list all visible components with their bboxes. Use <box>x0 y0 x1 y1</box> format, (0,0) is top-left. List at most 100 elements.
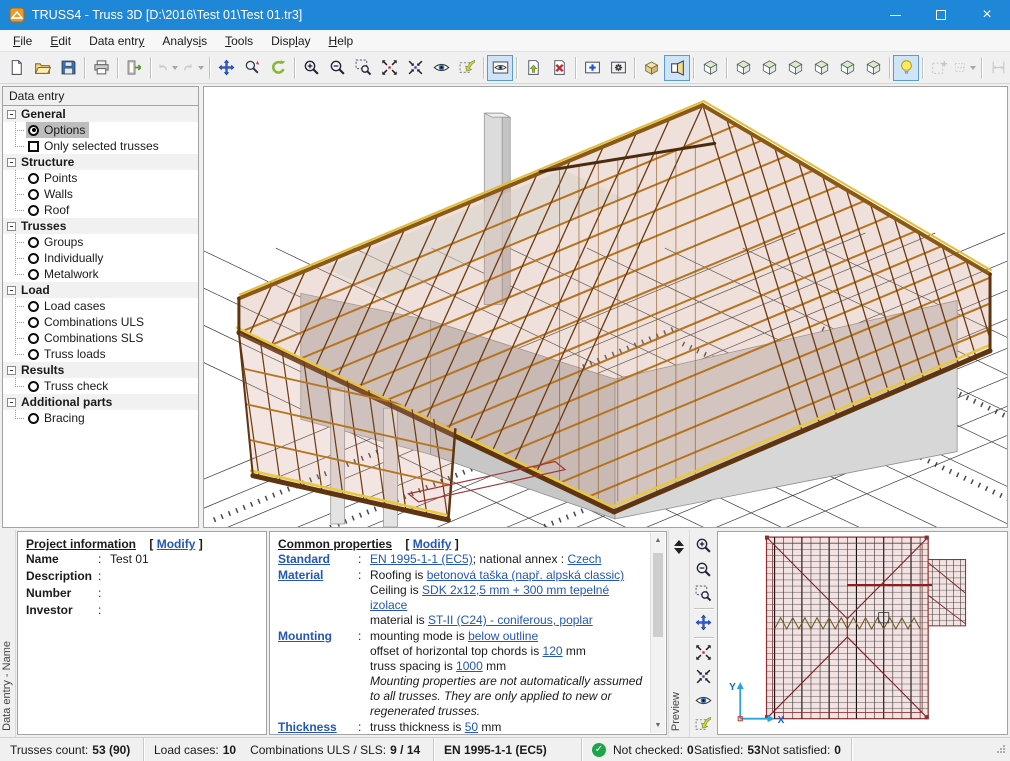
radio-icon[interactable] <box>28 333 39 344</box>
zoom-in-button[interactable] <box>298 55 324 81</box>
radio-icon[interactable] <box>28 173 39 184</box>
project-modify-link[interactable]: Modify <box>157 537 196 551</box>
axonometry-button[interactable] <box>697 55 723 81</box>
view-delete-button[interactable] <box>546 55 572 81</box>
radio-icon[interactable] <box>28 317 39 328</box>
tree-item-combinations-sls[interactable]: Combinations SLS <box>3 330 198 346</box>
render-mode-button[interactable] <box>487 55 513 81</box>
property-value-link[interactable]: below outline <box>468 629 538 643</box>
viewport-3d[interactable] <box>203 86 1008 528</box>
bottom-left-tab[interactable]: Data entry - Name <box>0 530 16 737</box>
view-cube-right-button[interactable] <box>808 55 834 81</box>
preview-show-all-button[interactable] <box>692 689 716 711</box>
tree-item-truss-loads[interactable]: Truss loads <box>3 346 198 362</box>
radio-icon[interactable] <box>28 381 39 392</box>
view-new-button[interactable] <box>579 55 605 81</box>
show-selection-button[interactable] <box>454 55 480 81</box>
solid-view-button[interactable] <box>638 55 664 81</box>
preview-canvas[interactable]: Y X <box>717 531 1008 735</box>
menu-tools[interactable]: Tools <box>216 30 262 51</box>
menu-data-entry[interactable]: Data entry <box>80 30 153 51</box>
properties-modify-link[interactable]: Modify <box>413 537 452 551</box>
zoom-selection-button[interactable] <box>402 55 428 81</box>
menu-display[interactable]: Display <box>262 30 319 51</box>
radio-icon[interactable] <box>28 413 39 424</box>
property-label-link[interactable]: Thickness <box>278 720 358 735</box>
print-button[interactable] <box>88 55 114 81</box>
tree-item-options[interactable]: Options <box>3 122 198 138</box>
tree-group-general[interactable]: General <box>3 106 198 122</box>
preview-zoom-in-button[interactable] <box>692 534 716 556</box>
open-file-button[interactable] <box>29 55 55 81</box>
preview-zoom-window-button[interactable] <box>692 583 716 605</box>
radio-icon[interactable] <box>28 301 39 312</box>
tree-item-walls[interactable]: Walls <box>3 186 198 202</box>
property-value-link[interactable]: ST-II (C24) - coniferous, poplar <box>428 613 593 627</box>
preview-zoom-selection-button[interactable] <box>692 665 716 687</box>
collapse-icon[interactable] <box>7 158 16 167</box>
scroll-down-icon[interactable]: ▼ <box>651 718 665 733</box>
view-cube-front-button[interactable] <box>730 55 756 81</box>
property-value-link[interactable]: EN 1995-1-1 (EC5) <box>370 552 473 566</box>
tree-group-results[interactable]: Results <box>3 362 198 378</box>
radio-icon[interactable] <box>28 205 39 216</box>
collapse-icon[interactable] <box>7 110 16 119</box>
minimize-button[interactable] <box>872 0 918 30</box>
radio-icon[interactable] <box>28 189 39 200</box>
tree-item-points[interactable]: Points <box>3 170 198 186</box>
zoom-extents-button[interactable] <box>376 55 402 81</box>
preview-show-selection-button[interactable] <box>692 714 716 736</box>
preview-splitter[interactable]: Preview <box>668 530 690 737</box>
view-cube-back-button[interactable] <box>756 55 782 81</box>
preview-pan-button[interactable] <box>692 612 716 634</box>
property-value-link[interactable]: 1000 <box>456 659 483 673</box>
radio-icon[interactable] <box>28 253 39 264</box>
tree-group-load[interactable]: Load <box>3 282 198 298</box>
radio-icon[interactable] <box>28 349 39 360</box>
splitter-arrows-icon[interactable] <box>674 535 684 559</box>
property-value-link[interactable]: betonová taška (např. alpská classic) <box>427 568 624 582</box>
tree-item-individually[interactable]: Individually <box>3 250 198 266</box>
property-value-link[interactable]: 50 <box>465 720 478 734</box>
tree-group-trusses[interactable]: Trusses <box>3 218 198 234</box>
radio-icon[interactable] <box>28 269 39 280</box>
tree-item-only-selected-trusses[interactable]: Only selected trusses <box>3 138 198 154</box>
zoom-window-button[interactable] <box>350 55 376 81</box>
export-button[interactable] <box>121 55 147 81</box>
roof-plan-preview[interactable]: Y X <box>718 532 1007 734</box>
properties-scrollbar[interactable]: ▲ ▼ <box>650 533 665 733</box>
menu-edit[interactable]: Edit <box>41 30 80 51</box>
tree-item-combinations-uls[interactable]: Combinations ULS <box>3 314 198 330</box>
view-cube-top-button[interactable] <box>834 55 860 81</box>
zoom-out-button[interactable] <box>324 55 350 81</box>
3d-model-scene[interactable] <box>204 87 1007 527</box>
tree-group-additional-parts[interactable]: Additional parts <box>3 394 198 410</box>
scrollbar-thumb[interactable] <box>653 553 663 637</box>
view-settings-button[interactable] <box>605 55 631 81</box>
collapse-icon[interactable] <box>7 398 16 407</box>
property-value-link[interactable]: 120 <box>543 644 563 658</box>
property-label-link[interactable]: Mounting <box>278 629 358 719</box>
view-cube-left-button[interactable] <box>782 55 808 81</box>
show-all-button[interactable] <box>428 55 454 81</box>
preview-zoom-extents-button[interactable] <box>692 641 716 663</box>
new-file-button[interactable] <box>3 55 29 81</box>
view-restore-button[interactable] <box>520 55 546 81</box>
menu-file[interactable]: File <box>4 30 41 51</box>
tree-item-groups[interactable]: Groups <box>3 234 198 250</box>
menu-help[interactable]: Help <box>320 30 363 51</box>
collapse-icon[interactable] <box>7 222 16 231</box>
save-file-button[interactable] <box>55 55 81 81</box>
rotate-button[interactable] <box>265 55 291 81</box>
tree-item-load-cases[interactable]: Load cases <box>3 298 198 314</box>
scroll-up-icon[interactable]: ▲ <box>651 533 665 548</box>
tree-item-metalwork[interactable]: Metalwork <box>3 266 198 282</box>
tree-item-roof[interactable]: Roof <box>3 202 198 218</box>
radio-icon[interactable] <box>28 237 39 248</box>
checkbox-icon[interactable] <box>28 141 39 152</box>
tree-item-bracing[interactable]: Bracing <box>3 410 198 426</box>
pan-button[interactable] <box>213 55 239 81</box>
preview-zoom-out-button[interactable] <box>692 558 716 580</box>
collapse-icon[interactable] <box>7 286 16 295</box>
property-value-link[interactable]: Czech <box>567 552 601 566</box>
